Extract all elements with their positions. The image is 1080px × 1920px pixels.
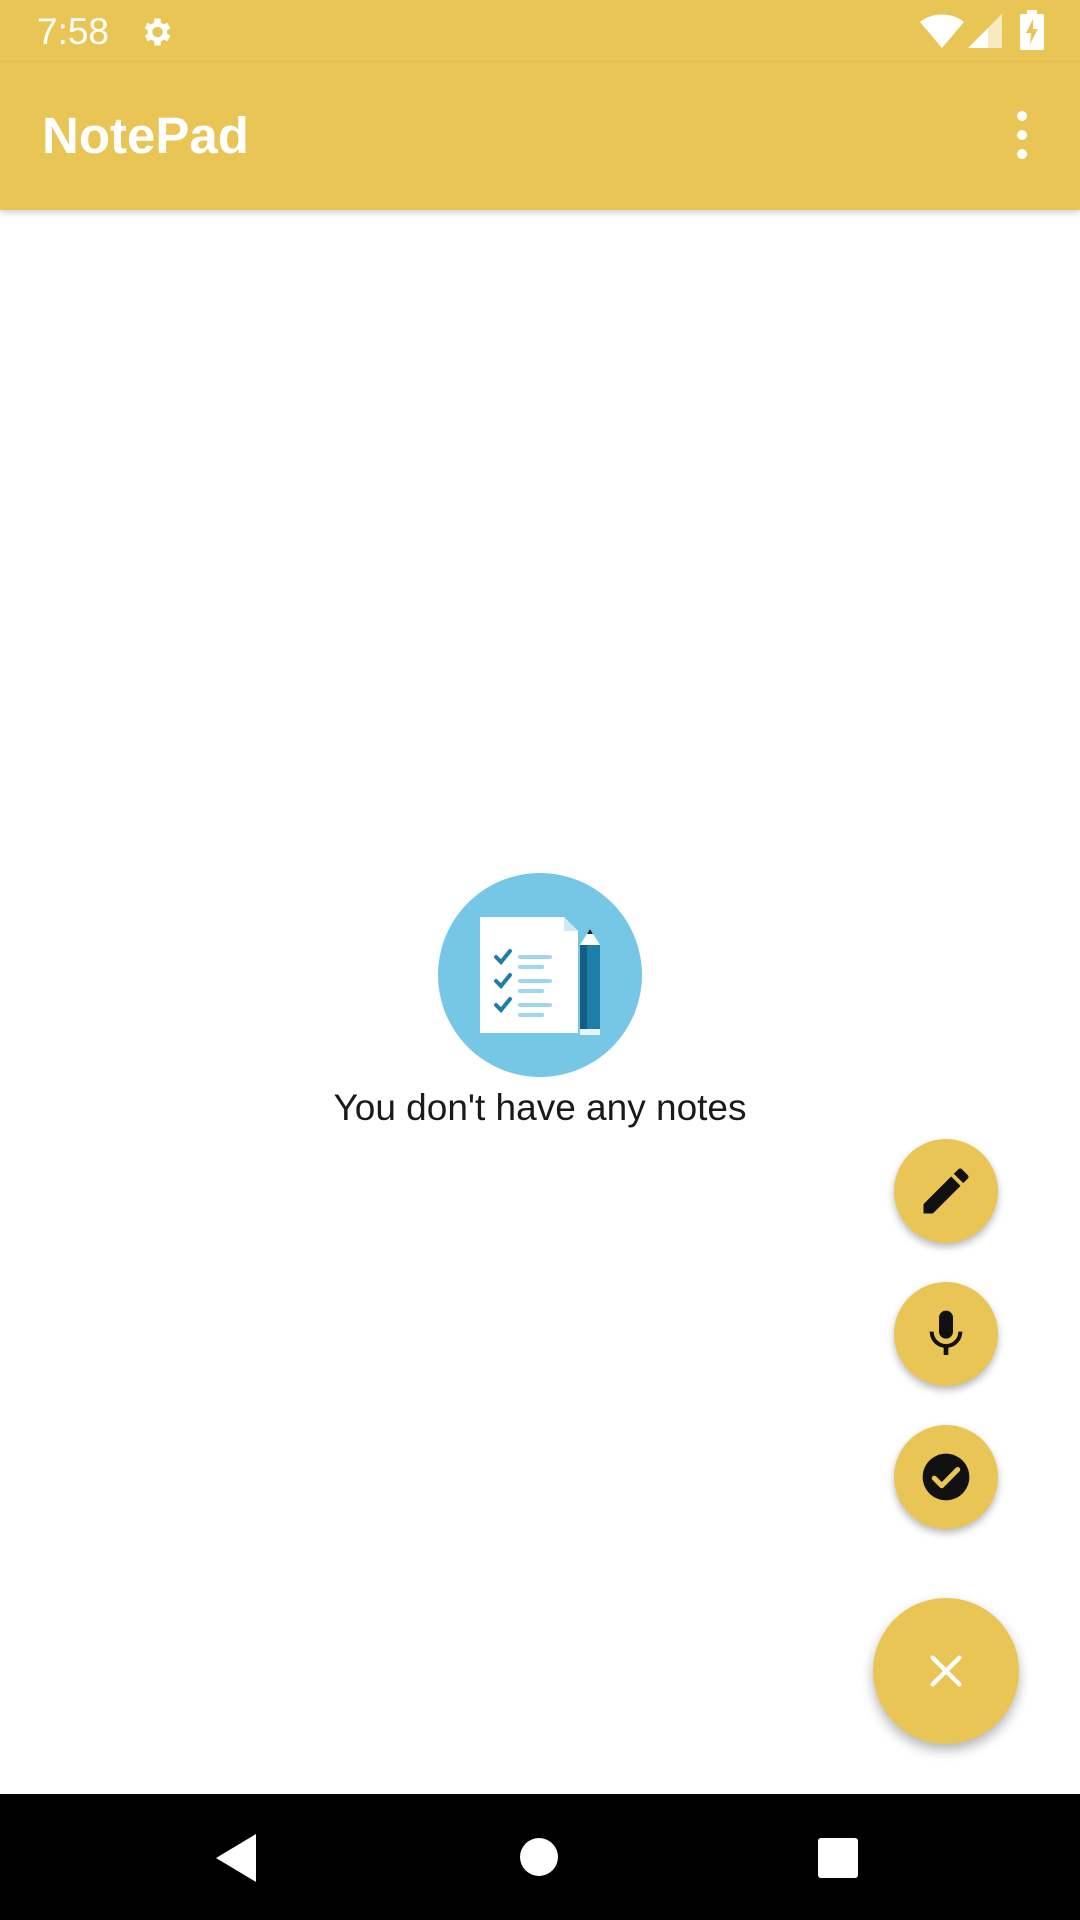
battery-charging-icon [1020, 10, 1044, 50]
close-fab-menu-button[interactable] [873, 1598, 1019, 1744]
new-checklist-button[interactable] [894, 1425, 998, 1529]
microphone-icon [929, 1310, 963, 1355]
back-icon[interactable] [216, 1834, 262, 1882]
wifi-icon [920, 14, 964, 48]
more-vert-icon[interactable] [1000, 105, 1044, 165]
app-title: NotePad [42, 107, 249, 164]
recents-icon[interactable] [818, 1838, 858, 1878]
app-bar: NotePad [0, 63, 1080, 210]
empty-state-message: You don't have any notes [333, 1087, 747, 1128]
new-text-note-button[interactable] [894, 1139, 998, 1243]
close-icon [930, 1655, 962, 1687]
notes-checklist-illustration [438, 873, 642, 1077]
pencil-icon [923, 1168, 969, 1214]
gear-icon [144, 18, 171, 46]
signal-icon [968, 14, 1002, 48]
checklist-icon [922, 1453, 970, 1501]
new-voice-note-button[interactable] [894, 1282, 998, 1386]
status-time: 7:58 [37, 11, 110, 52]
menu-dot [1017, 130, 1027, 140]
navigation-bar [0, 1794, 1080, 1920]
menu-dot [1017, 149, 1027, 159]
notepad-screen: 7:58 NotePad You don't have any notes [0, 0, 1080, 1920]
menu-dot [1017, 111, 1027, 121]
status-bar: 7:58 [0, 0, 1080, 63]
home-icon[interactable] [520, 1838, 558, 1876]
